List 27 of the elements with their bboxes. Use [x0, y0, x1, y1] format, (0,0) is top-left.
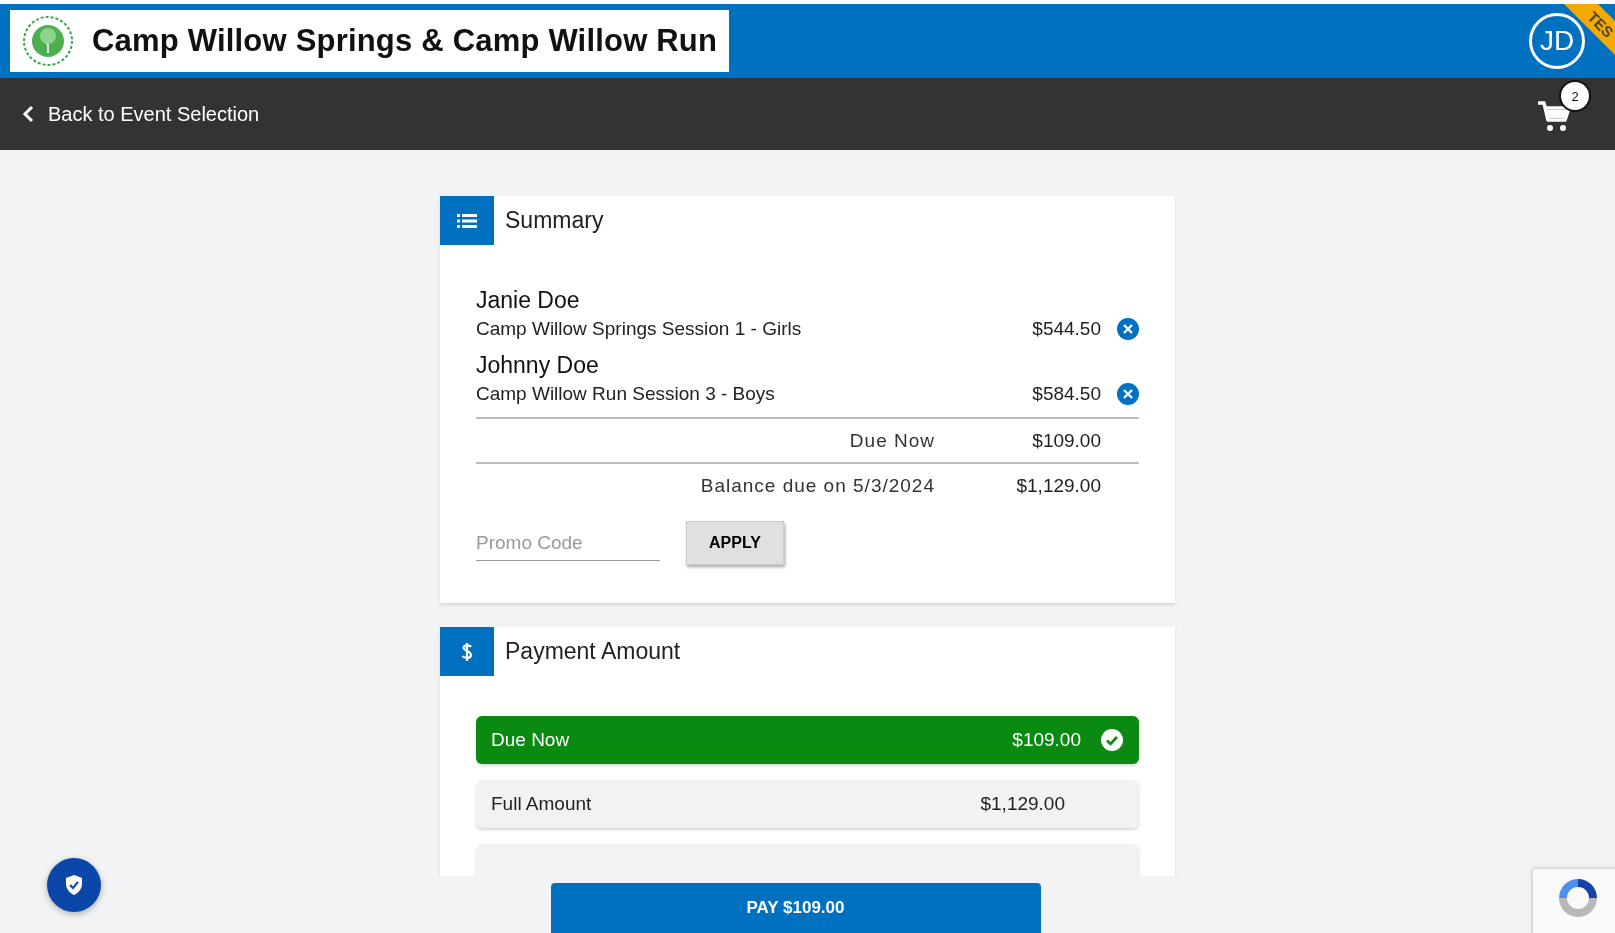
card-title: Payment Amount	[505, 638, 681, 665]
check-circle-icon	[1101, 729, 1123, 751]
shield-check-icon	[64, 874, 84, 896]
card-title: Summary	[505, 207, 604, 234]
cart-count-badge: 2	[1559, 80, 1591, 112]
session-name: Camp Willow Run Session 3 - Boys	[476, 383, 776, 405]
payment-option[interactable]: Full Amount $1,129.00	[476, 780, 1139, 828]
pay-button[interactable]: PAY $109.00	[550, 883, 1041, 933]
apply-button[interactable]: APPLY	[686, 521, 784, 565]
remove-icon[interactable]	[1117, 383, 1139, 405]
total-label: Balance due on 5/3/2024	[699, 474, 935, 497]
site-title: Camp Willow Springs & Camp Willow Run	[92, 23, 718, 59]
total-label: Due Now	[848, 429, 935, 452]
total-amount: $1,129.00	[1015, 474, 1101, 497]
total-amount: $109.00	[1031, 429, 1101, 452]
payment-option[interactable]: Due Now $109.00	[476, 716, 1139, 764]
camper-name: Johnny Doe	[476, 352, 600, 379]
session-name: Camp Willow Springs Session 1 - Girls	[476, 318, 803, 340]
price-text: $584.50	[1032, 383, 1101, 405]
chevron-left-icon	[22, 105, 34, 123]
logo-drawing	[22, 15, 74, 67]
security-shield-button[interactable]	[47, 858, 101, 912]
back-link[interactable]: Back to Event Selection	[22, 102, 260, 126]
price-text: $544.50	[1032, 318, 1101, 340]
camper-name: Janie Doe	[476, 287, 581, 314]
cart-icon[interactable]	[1537, 100, 1571, 134]
remove-icon[interactable]	[1117, 318, 1139, 340]
